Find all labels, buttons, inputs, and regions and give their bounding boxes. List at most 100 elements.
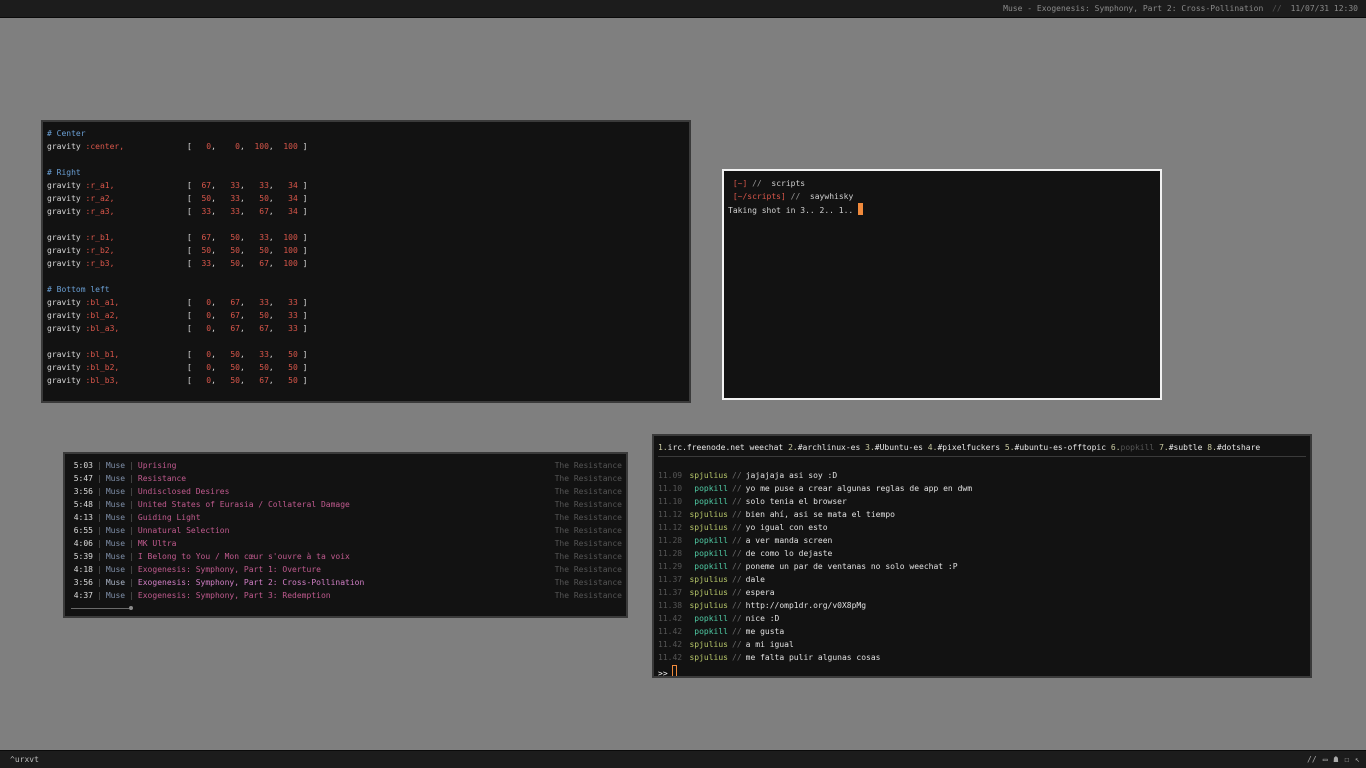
now-playing-text: Muse - Exogenesis: Symphony, Part 2: Cro…	[1003, 4, 1264, 13]
progress-bar[interactable]	[69, 604, 622, 612]
config-symbol: :bl_a2,	[85, 311, 120, 320]
chat-input[interactable]: >>	[658, 665, 1306, 676]
channel-tab[interactable]: 7.#subtle	[1159, 443, 1202, 452]
track-duration: 5:48	[73, 500, 93, 509]
robot-icon[interactable]: ☐	[1344, 753, 1349, 766]
comma: ,	[211, 142, 226, 151]
input-cursor[interactable]	[672, 665, 678, 676]
terminal-window[interactable]: [~] // scripts [~/scripts] // saywhisky …	[722, 169, 1162, 400]
message-nick[interactable]: spjulius	[686, 573, 728, 586]
message-nick[interactable]: popkill	[686, 625, 728, 638]
prompt-separator: //	[752, 179, 762, 188]
config-number: 33	[254, 350, 269, 359]
track-row[interactable]: 5:39 | Muse | I Belong to You / Mon cœur s'o…	[69, 550, 622, 563]
message-nick[interactable]: spjulius	[686, 586, 728, 599]
ghost-icon[interactable]: ☗	[1334, 753, 1339, 766]
track-row[interactable]: 4:37 | Muse | Exogenesis: Symphony, Part 3: …	[69, 589, 622, 602]
config-number: 67	[254, 207, 269, 216]
comma: ,	[240, 194, 255, 203]
config-number: 100	[283, 259, 298, 268]
message-nick[interactable]: popkill	[686, 482, 728, 495]
track-album: The Resistance	[554, 487, 622, 496]
track-row[interactable]: 4:13 | Muse | Guiding Light The Resistance	[69, 511, 622, 524]
track-row[interactable]: 4:06 | Muse | MK Ultra The Resistance	[69, 537, 622, 550]
track-row[interactable]: 3:56 | Muse | Exogenesis: Symphony, Part 2: …	[69, 576, 622, 589]
channel-tab[interactable]: 5.#ubuntu-es-offtopic	[1005, 443, 1106, 452]
config-line: gravity :bl_a3, [ 0, 67, 67, 33 ]	[47, 322, 685, 335]
message-nick[interactable]: spjulius	[686, 651, 728, 664]
chat-message: 11.28 popkill //de como lo dejaste	[658, 547, 1306, 560]
config-number: 33	[254, 233, 269, 242]
channel-tab[interactable]: 4.#pixelfuckers	[928, 443, 1000, 452]
channel-tab[interactable]: 8.#dotshare	[1207, 443, 1260, 452]
terminal-icon[interactable]: ▭	[1323, 753, 1328, 766]
track-title: Exogenesis: Symphony, Part 2: Cross-Poll…	[137, 578, 365, 587]
message-nick[interactable]: spjulius	[686, 469, 728, 482]
close-bracket: ]	[297, 233, 308, 242]
close-bracket: ]	[297, 194, 308, 203]
track-title: Exogenesis: Symphony, Part 1: Overture	[137, 565, 321, 574]
message-nick[interactable]: spjulius	[686, 599, 728, 612]
message-nick[interactable]: spjulius	[686, 508, 728, 521]
track-row[interactable]: 5:47 | Muse | Resistance The Resistance	[69, 472, 622, 485]
open-bracket: [	[187, 181, 197, 190]
tray-separator: //	[1307, 755, 1317, 764]
track-row[interactable]: 4:18 | Muse | Exogenesis: Symphony, Part 1: …	[69, 563, 622, 576]
close-bracket: ]	[297, 181, 308, 190]
message-nick[interactable]: spjulius	[686, 638, 728, 651]
config-number: 0	[196, 298, 212, 307]
irc-client-window[interactable]: 1.irc.freenode.net weechat 2.#archlinux-…	[652, 434, 1312, 678]
message-nick[interactable]: popkill	[686, 612, 728, 625]
message-text: dale	[745, 575, 765, 584]
config-number: 100	[254, 142, 269, 151]
terminal-output: Taking shot in 3.. 2.. 1..	[728, 206, 854, 215]
config-number: 0	[196, 142, 212, 151]
config-number: 50	[225, 363, 240, 372]
config-values: [ 0, 50, 67, 50 ]	[187, 374, 307, 387]
message-time: 11.42	[658, 640, 683, 649]
chat-message: 11.42 spjulius //me falta pulir algunas co…	[658, 651, 1306, 664]
config-symbol: :bl_b2,	[85, 363, 120, 372]
window-tag[interactable]: ^urxvt	[10, 753, 39, 766]
config-keyword: gravity	[47, 207, 86, 216]
config-keyword: gravity	[47, 246, 86, 255]
track-album: The Resistance	[554, 578, 622, 587]
message-nick[interactable]: popkill	[686, 534, 728, 547]
message-separator: //	[732, 549, 742, 558]
comma: ,	[240, 142, 255, 151]
config-editor-window[interactable]: # Center gravity :center, [ 0, 0, 100, 100…	[41, 120, 691, 403]
config-number: 50	[254, 246, 269, 255]
cursor-icon[interactable]: ↖	[1355, 753, 1360, 766]
comma: ,	[268, 181, 284, 190]
comma: ,	[268, 233, 284, 242]
comma: ,	[268, 350, 284, 359]
message-nick[interactable]: popkill	[686, 560, 728, 573]
music-player-window[interactable]: 5:03 | Muse | Uprising The Resistance 5:47 | Mus…	[63, 452, 628, 618]
config-keyword: gravity	[47, 363, 86, 372]
comma: ,	[240, 298, 255, 307]
config-line: gravity :bl_b3, [ 0, 50, 67, 50 ]	[47, 374, 685, 387]
config-number: 67	[254, 259, 269, 268]
track-row[interactable]: 6:55 | Muse | Unnatural Selection The Resista…	[69, 524, 622, 537]
message-separator: //	[732, 627, 742, 636]
progress-knob[interactable]	[129, 606, 133, 610]
channel-tab[interactable]: 1.irc.freenode.net weechat	[658, 443, 783, 452]
channel-number: 1.	[658, 443, 668, 452]
config-number: 67	[254, 376, 269, 385]
channel-tab[interactable]: 3.#Ubuntu-es	[865, 443, 923, 452]
message-nick[interactable]: popkill	[686, 495, 728, 508]
comma: ,	[240, 311, 255, 320]
message-separator: //	[732, 471, 742, 480]
message-nick[interactable]: popkill	[686, 547, 728, 560]
track-row[interactable]: 3:56 | Muse | Undisclosed Desires The Resista…	[69, 485, 622, 498]
track-row[interactable]: 5:48 | Muse | United States of Eurasia / Col…	[69, 498, 622, 511]
comma: ,	[268, 194, 284, 203]
track-row[interactable]: 5:03 | Muse | Uprising The Resistance	[69, 459, 622, 472]
config-line: gravity :r_b2, [ 50, 50, 50, 100 ]	[47, 244, 685, 257]
channel-tab[interactable]: 6.popkill	[1111, 443, 1154, 452]
message-nick[interactable]: spjulius	[686, 521, 728, 534]
terminal-cursor[interactable]	[858, 203, 864, 215]
channel-tab[interactable]: 2.#archlinux-es	[788, 443, 860, 452]
